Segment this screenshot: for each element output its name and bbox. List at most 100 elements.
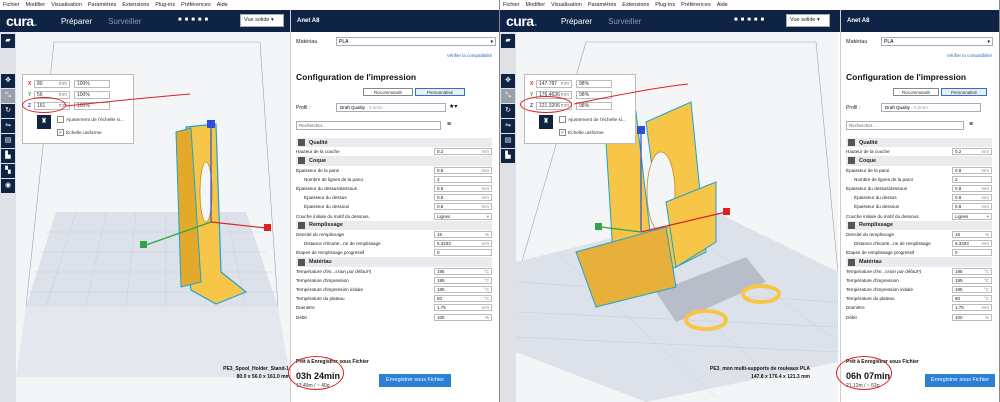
menu-edit[interactable]: Modifier [526, 2, 546, 8]
diameter-input[interactable]: 1.75 mm [434, 304, 492, 312]
category-shell[interactable]: Coque [296, 156, 492, 166]
menu-edit[interactable]: Modifier [26, 2, 46, 8]
diameter-input[interactable]: 1.75 mm [952, 304, 992, 312]
temp-bed-input[interactable]: 60 °C [952, 295, 992, 303]
topbottom-input[interactable]: 0.8 mm [952, 185, 992, 193]
view-front-icon[interactable]: ■ [185, 17, 189, 23]
layer-height-input[interactable]: 0.2 mm [952, 148, 992, 156]
verify-compatibility-link[interactable]: Vérifier la compatibilité [447, 53, 492, 58]
temp-default-input[interactable]: 195 °C [952, 267, 992, 275]
mode-recommended-button[interactable]: Recommandé [893, 88, 939, 96]
star-icon[interactable]: ★▾ [449, 103, 457, 110]
scale-x-mm-input[interactable]: 80 mm [34, 80, 70, 88]
tab-monitor[interactable]: Surveiller [108, 13, 141, 30]
temp-print-input[interactable]: 195 °C [952, 276, 992, 284]
menu-settings[interactable]: Paramètres [88, 2, 116, 8]
scale-icon[interactable]: ⤡ [1, 89, 15, 103]
menu-settings[interactable]: Paramètres [588, 2, 616, 8]
temp-bed-input[interactable]: 60 °C [434, 295, 492, 303]
category-quality[interactable]: Qualité [846, 138, 992, 148]
menu-file[interactable]: Fichier [3, 2, 20, 8]
save-to-file-button[interactable]: Enregistrer sous Fichier [379, 374, 451, 387]
open-file-icon[interactable]: ▰ [1, 34, 15, 48]
menu-file[interactable]: Fichier [503, 2, 520, 8]
view-top-icon[interactable]: ■ [747, 17, 751, 23]
infill-distance-input[interactable]: 5.3333 mm [952, 240, 992, 248]
temp-print-input[interactable]: 195 °C [434, 276, 492, 284]
menu-view[interactable]: Visualisation [551, 2, 582, 8]
profile-select[interactable]: Draft Quality - 0.2mm [881, 103, 981, 112]
lay-flat-icon[interactable]: ♜ [37, 115, 51, 129]
tab-prepare[interactable]: Préparer [560, 13, 593, 34]
view-mode-select[interactable]: Vue solide ▾ [786, 14, 830, 27]
menu-help[interactable]: Aide [217, 2, 228, 8]
save-to-file-button[interactable]: Enregistrer sous Fichier [925, 374, 995, 387]
infill-density-input[interactable]: 15% [434, 230, 492, 238]
move-icon[interactable]: ✥ [501, 74, 515, 88]
rotate-icon[interactable]: ↻ [1, 104, 15, 118]
rotate-icon[interactable]: ↻ [501, 104, 515, 118]
tab-monitor[interactable]: Surveiller [608, 13, 641, 30]
menu-plugins[interactable]: Plug-ins [155, 2, 175, 8]
category-material[interactable]: Matériau [846, 257, 992, 267]
support-blocker-icon[interactable]: ▙ [501, 149, 515, 163]
view-mode-select[interactable]: Vue solide ▾ [240, 14, 284, 27]
mode-custom-button[interactable]: Personnalisé [415, 88, 465, 96]
category-infill[interactable]: Remplissage [296, 220, 492, 230]
temp-initial-input[interactable]: 185 °C [952, 286, 992, 294]
initial-pattern-select[interactable]: Lignes ▾ [952, 212, 992, 220]
mode-custom-button[interactable]: Personnalisé [941, 88, 987, 96]
top-input[interactable]: 0.8 mm [952, 194, 992, 202]
snap-scaling-checkbox[interactable]: Ajustement de l'échelle si... [559, 116, 626, 123]
layer-height-input[interactable]: 0.2 mm [434, 148, 492, 156]
support-blocker-icon[interactable]: ▙ [1, 149, 15, 163]
wall-lines-input[interactable]: 2 [952, 175, 992, 183]
settings-icon[interactable]: ≡ [969, 121, 973, 128]
view-front-icon[interactable]: ■ [741, 17, 745, 23]
uniform-scaling-checkbox[interactable]: ✓ Échelle uniforme [57, 129, 102, 136]
temp-default-input[interactable]: 195 °C [434, 267, 492, 275]
verify-compatibility-link[interactable]: Vérifier la compatibilité [947, 53, 992, 58]
menu-plugins[interactable]: Plug-ins [655, 2, 675, 8]
tab-prepare[interactable]: Préparer [60, 13, 93, 34]
menu-help[interactable]: Aide [717, 2, 728, 8]
material-select[interactable]: PLA ▾ [881, 37, 993, 46]
more-icon[interactable]: ▚ [1, 164, 15, 178]
bottom-input[interactable]: 0.8 mm [434, 203, 492, 211]
scale-icon[interactable]: ⤡ [501, 89, 515, 103]
per-model-settings-icon[interactable]: ▤ [1, 134, 15, 148]
per-model-settings-icon[interactable]: ▤ [501, 134, 515, 148]
category-quality[interactable]: Qualité [296, 138, 492, 148]
view-3d-icon[interactable]: ■ [178, 17, 182, 23]
flow-input[interactable]: 100% [952, 313, 992, 321]
initial-pattern-select[interactable]: Lignes ▾ [434, 212, 492, 220]
printer-name[interactable]: Anet A8 [841, 10, 999, 32]
infill-density-input[interactable]: 15% [952, 230, 992, 238]
open-file-icon[interactable]: ▰ [501, 34, 515, 48]
settings-icon[interactable]: ≡ [447, 121, 451, 128]
view-left-icon[interactable]: ■ [198, 17, 202, 23]
infill-steps-input[interactable]: 0 [952, 249, 992, 257]
scale-x-pct-input[interactable]: 100% [74, 80, 110, 88]
uniform-scaling-checkbox[interactable]: ✓ Échelle uniforme [559, 129, 604, 136]
profile-select[interactable]: Draft Quality - 0.2mm [336, 103, 446, 112]
view-left-icon[interactable]: ■ [754, 17, 758, 23]
settings-search-input[interactable]: Rechercher... [296, 121, 441, 130]
mirror-icon[interactable]: ⇋ [501, 119, 515, 133]
eye-icon[interactable]: ◉ [1, 179, 15, 193]
menu-preferences[interactable]: Préférences [181, 2, 211, 8]
scale-x-mm-input[interactable]: 147.787 mm [536, 80, 572, 88]
infill-steps-input[interactable]: 0 [434, 249, 492, 257]
menu-extensions[interactable]: Extensions [622, 2, 649, 8]
settings-search-input[interactable]: Rechercher... [846, 121, 964, 130]
mode-recommended-button[interactable]: Recommandé [363, 88, 413, 96]
mirror-icon[interactable]: ⇋ [1, 119, 15, 133]
move-icon[interactable]: ✥ [1, 74, 15, 88]
temp-initial-input[interactable]: 185 °C [434, 286, 492, 294]
wall-thickness-input[interactable]: 0.8 mm [952, 166, 992, 174]
menu-extensions[interactable]: Extensions [122, 2, 149, 8]
view-3d-icon[interactable]: ■ [734, 17, 738, 23]
wall-thickness-input[interactable]: 0.8 mm [434, 166, 492, 174]
menu-view[interactable]: Visualisation [51, 2, 82, 8]
view-right-icon[interactable]: ■ [205, 17, 209, 23]
